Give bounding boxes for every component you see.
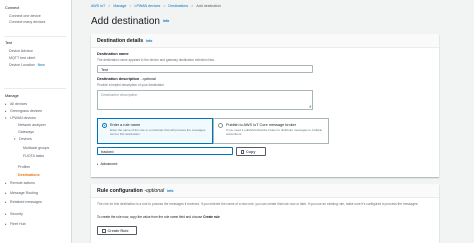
sidebar-item-label: Message Routing <box>10 191 38 195</box>
breadcrumb-separator: > <box>163 4 166 8</box>
breadcrumb-destinations[interactable]: Destinations <box>168 4 188 8</box>
radio-selected[interactable] <box>102 123 107 128</box>
sidebar-item-security[interactable]: ▸ Security <box>5 212 23 217</box>
sidebar-item-multicast[interactable]: Multicast groups <box>23 146 49 151</box>
destination-name-description: The destination name appears in the devi… <box>97 58 215 62</box>
destination-name-label: Destination name <box>97 52 129 56</box>
destination-description-textarea[interactable]: Destination description ◢ <box>97 90 313 110</box>
sidebar-item-network-analyzer[interactable]: Network analyzer <box>18 123 46 128</box>
breadcrumb-lpwan-devices[interactable]: LPWAN devices <box>134 4 160 8</box>
external-link-icon <box>102 229 106 233</box>
breadcrumb-current: Add destination <box>196 4 222 8</box>
sidebar-item-device-advisor[interactable]: Device Advisor <box>9 49 33 54</box>
destination-description-label: Destination description - optional <box>97 77 156 81</box>
info-link[interactable]: Info <box>167 189 173 193</box>
sidebar-item-fuota[interactable]: FUOTA tasks <box>23 154 44 159</box>
option-description: If you need a publish/subscribe broker t… <box>226 128 323 136</box>
sidebar-item-greengrass[interactable]: ▸ Greengrass devices <box>5 109 42 114</box>
sidebar-heading-test[interactable]: Test <box>5 41 12 46</box>
destination-description-hint: Provide a helpful description of your de… <box>97 83 165 87</box>
advanced-expander[interactable]: ▸ Advanced <box>97 162 117 166</box>
sidebar-item-retained-messages[interactable]: ▸ Retained messages <box>5 200 42 205</box>
rule-name-input[interactable]: tracked <box>97 147 233 155</box>
copy-button[interactable]: Copy <box>236 147 266 156</box>
sidebar-item-connect-one[interactable]: Connect one device <box>9 14 41 19</box>
sidebar-item-profiles[interactable]: Profiles <box>18 165 30 170</box>
resize-handle-icon[interactable]: ◢ <box>309 104 311 108</box>
sidebar-item-devices[interactable]: ▾ Devices <box>14 137 32 142</box>
sidebar-item-label: Device Location <box>9 63 35 67</box>
info-link[interactable]: Info <box>163 19 169 23</box>
breadcrumb-aws-iot[interactable]: AWS IoT <box>91 4 105 8</box>
panel-title: Destination details <box>97 38 144 44</box>
create-rule-button[interactable]: Create Rule <box>97 226 137 235</box>
caret-right-icon: ▸ <box>97 162 99 166</box>
sidebar-item-label: Greengrass devices <box>10 109 42 113</box>
button-label: Create Rule <box>107 229 129 233</box>
option-description: Enter the name of the rule or a rule/top… <box>110 128 206 136</box>
sidebar-item-remote-actions[interactable]: ▸ Remote actions <box>5 181 35 186</box>
page-title-text: Add destination <box>91 16 160 27</box>
sidebar-item-gateways[interactable]: Gateways <box>18 130 34 135</box>
option-title: Publish to AWS IoT Core message broker <box>226 123 297 127</box>
breadcrumb-separator: > <box>108 4 111 8</box>
rule-configuration-panel: Rule configuration -optional Info The rul… <box>91 184 439 243</box>
panel-title: Rule configuration <box>97 188 143 194</box>
sidebar-heading-connect[interactable]: Connect <box>5 6 19 11</box>
option-publish-broker[interactable]: Publish to AWS IoT Core message broker I… <box>213 118 329 144</box>
panel-header: Rule configuration -optional Info <box>91 184 439 198</box>
sidebar-item-all-devices[interactable]: ▸ All devices <box>5 102 27 107</box>
sidebar-divider <box>4 88 66 89</box>
sidebar-item-lpwan[interactable]: ▾ LPWAN devices <box>5 116 36 121</box>
button-label: Copy <box>246 150 256 154</box>
destination-name-input[interactable]: Test <box>97 65 313 73</box>
create-rule-instruction: To create the rule now, copy the value f… <box>97 215 220 219</box>
option-title: Enter a rule name <box>110 123 141 127</box>
new-badge: New <box>37 63 45 67</box>
breadcrumb: AWS IoT > Manage > LPWAN devices > Destination… <box>91 4 221 8</box>
sidebar-item-label: Remote actions <box>10 181 35 185</box>
breadcrumb-separator: > <box>191 4 194 8</box>
sidebar-item-label: Security <box>10 212 23 216</box>
sidebar-heading-manage[interactable]: Manage <box>5 94 19 99</box>
panel-header: Destination details Info <box>91 34 439 48</box>
expander-label: Advanced <box>100 162 118 166</box>
sidebar-item-label: Fleet Hub <box>10 222 26 226</box>
optional-text: -optional <box>144 188 165 194</box>
label-text: Destination description <box>97 77 140 81</box>
sidebar-item-label: LPWAN devices <box>10 116 36 120</box>
sidebar-item-fleet-hub[interactable]: ▸ Fleet Hub <box>5 222 26 227</box>
sidebar-nav: Connect Connect one device Connect many … <box>0 0 72 243</box>
rule-configuration-description: The rule for this destination is a rule … <box>97 202 419 206</box>
copy-icon <box>241 150 244 154</box>
instruction-bold: Create rule <box>203 215 220 219</box>
sidebar-item-label: All devices <box>10 102 28 106</box>
breadcrumb-separator: > <box>129 4 132 8</box>
sidebar-item-device-location[interactable]: Device Location New <box>9 63 45 68</box>
sidebar-item-label: Devices <box>19 137 32 141</box>
optional-text: - optional <box>140 77 156 81</box>
sidebar-item-message-routing[interactable]: ▸ Message Routing <box>5 191 38 196</box>
instruction-text: To create the rule now, copy the value f… <box>97 215 204 219</box>
info-link[interactable]: Info <box>146 39 152 43</box>
sidebar-item-mqtt-client[interactable]: MQTT test client <box>9 56 35 61</box>
option-rule-name[interactable]: Enter a rule name Enter the name of the … <box>97 118 213 144</box>
sidebar-item-destinations[interactable]: Destinations <box>18 173 40 178</box>
page-title: Add destination Info <box>91 16 169 27</box>
sidebar-item-connect-many[interactable]: Connect many devices <box>9 20 45 25</box>
destination-details-panel: Destination details Info Destination name… <box>91 34 439 177</box>
textarea-placeholder: Destination description <box>101 93 138 97</box>
sidebar-item-label: Retained messages <box>10 200 42 204</box>
breadcrumb-manage[interactable]: Manage <box>113 4 126 8</box>
sidebar-divider <box>4 36 66 37</box>
radio-unselected[interactable] <box>218 123 223 128</box>
